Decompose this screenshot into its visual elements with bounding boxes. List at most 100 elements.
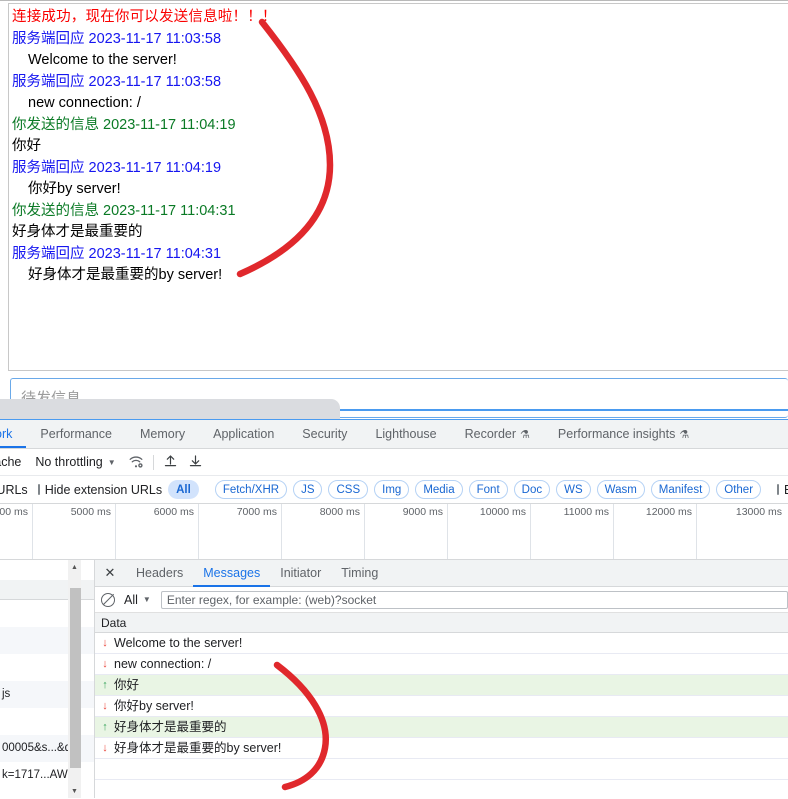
export-har-icon[interactable] xyxy=(188,453,203,471)
hide-extension-urls-label: Hide extension URLs xyxy=(44,482,163,497)
message-row[interactable]: ↓ 你好by server! xyxy=(95,696,788,717)
ruler-tick-label: 12000 ms xyxy=(645,506,692,518)
message-text: new connection: / xyxy=(114,656,212,671)
messages-regex-input[interactable] xyxy=(160,590,788,609)
chevron-down-icon[interactable]: ▼ xyxy=(143,595,151,604)
message-text: 好身体才是最重要的 xyxy=(114,719,227,734)
chat-message-line: 服务端回应 2023-11-17 11:03:58 xyxy=(12,73,222,90)
tab-recorder-label: Recorder xyxy=(464,427,517,441)
chat-message-line: 你好by server! xyxy=(28,181,121,197)
blocked-response-cookies-checkbox[interactable] xyxy=(777,484,780,495)
filter-type-all[interactable]: All xyxy=(168,480,199,499)
clear-filter-icon[interactable] xyxy=(101,592,115,607)
toolbar-divider xyxy=(152,454,154,470)
chat-message-line: 好身体才是最重要的by server! xyxy=(28,267,223,283)
ruler-tick: 000 ms xyxy=(0,504,32,559)
filter-type-img[interactable]: Img xyxy=(374,480,410,499)
message-row[interactable]: ↑ 好身体才是最重要的 xyxy=(95,717,788,738)
message-row[interactable]: ↑ 你好 xyxy=(95,675,788,696)
filter-type-fetch-xhr[interactable]: Fetch/XHR xyxy=(214,480,288,499)
throttling-select[interactable]: No throttling ▼ xyxy=(29,455,121,469)
blocked-response-cookies-label: Blocked respon xyxy=(784,483,788,497)
request-detail-pane: ✕ Headers Messages Initiator Timing All … xyxy=(95,560,788,798)
chevron-down-icon: ▼ xyxy=(107,457,116,467)
tab-headers[interactable]: Headers xyxy=(126,560,193,587)
chat-message-line: 你好 xyxy=(12,138,41,154)
filter-type-ws[interactable]: WS xyxy=(556,480,591,499)
chat-message-line: 你发送的信息 2023-11-17 11:04:31 xyxy=(12,202,236,219)
tab-headers-label: Headers xyxy=(136,566,184,580)
tab-application[interactable]: Application xyxy=(199,420,288,448)
filter-type-other[interactable]: Other xyxy=(716,480,762,499)
ruler-tick-label: 6000 ms xyxy=(153,506,194,518)
filter-type-media[interactable]: Media xyxy=(415,480,463,499)
tab-performance-insights[interactable]: Performance insights ⚗ xyxy=(544,420,703,448)
tab-network[interactable]: work xyxy=(0,420,26,448)
ruler-tick-label: 9000 ms xyxy=(402,506,443,518)
ruler-tick: 10000 ms xyxy=(447,504,530,559)
wifi-settings-icon[interactable] xyxy=(128,454,144,471)
scroll-up-icon[interactable]: ▲ xyxy=(68,560,81,574)
incoming-arrow-icon: ↓ xyxy=(102,699,108,712)
messages-column-header-data[interactable]: Data xyxy=(95,613,788,633)
filter-type-manifest[interactable]: Manifest xyxy=(650,480,711,499)
hide-extension-urls-checkbox[interactable] xyxy=(37,484,40,495)
tab-performance-insights-label: Performance insights xyxy=(557,427,676,441)
tab-application-label: Application xyxy=(213,427,275,441)
tab-network-label: work xyxy=(0,427,13,441)
tab-messages-label: Messages xyxy=(203,566,261,580)
outgoing-arrow-icon: ↑ xyxy=(102,720,108,733)
filter-type-doc[interactable]: Doc xyxy=(513,480,551,499)
filter-type-css[interactable]: CSS xyxy=(328,480,369,499)
import-har-icon[interactable] xyxy=(163,453,178,471)
incoming-arrow-icon: ↓ xyxy=(102,657,108,670)
scroll-down-icon[interactable]: ▼ xyxy=(68,784,81,798)
data-urls-label[interactable]: a URLs xyxy=(0,483,28,497)
chat-message-line: new connection: / xyxy=(28,95,141,111)
tab-initiator[interactable]: Initiator xyxy=(270,560,331,587)
ruler-tick-label: 000 ms xyxy=(0,506,28,518)
ruler-tick-label: 7000 ms xyxy=(236,506,277,518)
tab-messages[interactable]: Messages xyxy=(193,560,270,587)
request-list[interactable]: js 00005&s...&d... k=1717...AW... ▲ ▼ xyxy=(0,560,95,798)
message-text: Welcome to the server! xyxy=(114,635,243,650)
tab-lighthouse[interactable]: Lighthouse xyxy=(361,420,450,448)
filter-type-wasm[interactable]: Wasm xyxy=(596,480,645,499)
devtools-panel: work Performance Memory Application Secu… xyxy=(0,420,788,799)
messages-type-filter-value[interactable]: All xyxy=(124,593,138,607)
message-row[interactable]: ↓ 好身体才是最重要的by server! xyxy=(95,738,788,759)
network-toolbar: cache No throttling ▼ xyxy=(0,449,788,476)
ruler-tick-label: 8000 ms xyxy=(319,506,360,518)
scrollbar-thumb[interactable] xyxy=(70,588,81,768)
tab-memory[interactable]: Memory xyxy=(126,420,199,448)
chat-message-line: 服务端回应 2023-11-17 11:04:19 xyxy=(12,159,222,176)
message-text: 好身体才是最重要的by server! xyxy=(114,740,282,755)
tab-security[interactable]: Security xyxy=(288,420,361,448)
filter-type-js[interactable]: JS xyxy=(293,480,323,499)
devtools-tabbar: work Performance Memory Application Secu… xyxy=(0,420,788,449)
chat-message-line: 服务端回应 2023-11-17 11:04:31 xyxy=(12,245,222,262)
ruler-tick-label: 5000 ms xyxy=(70,506,111,518)
tab-performance-label: Performance xyxy=(40,427,112,441)
chat-message-line: 好身体才是最重要的 xyxy=(12,224,143,240)
message-row[interactable]: ↓ new connection: / xyxy=(95,654,788,675)
messages-filter-bar: All ▼ xyxy=(95,587,788,613)
ruler-tick: 11000 ms xyxy=(530,504,613,559)
tab-recorder[interactable]: Recorder ⚗ xyxy=(451,420,544,448)
screenshot-root: 连接成功，现在你可以发送信息啦！！！ 服务端回应 2023-11-17 11:0… xyxy=(0,0,788,799)
close-icon[interactable]: ✕ xyxy=(99,562,121,584)
tab-security-label: Security xyxy=(302,427,348,441)
message-row-empty xyxy=(95,759,788,780)
tab-timing[interactable]: Timing xyxy=(331,560,388,587)
ruler-tick-label: 11000 ms xyxy=(563,506,609,518)
disable-cache-label[interactable]: cache xyxy=(0,455,29,469)
chat-message-line: Welcome to the server! xyxy=(28,52,177,68)
tab-initiator-label: Initiator xyxy=(280,566,322,580)
tab-timing-label: Timing xyxy=(341,566,379,580)
message-row[interactable]: ↓ Welcome to the server! xyxy=(95,633,788,654)
filter-type-font[interactable]: Font xyxy=(468,480,508,499)
ruler-tick: 6000 ms xyxy=(115,504,198,559)
tab-performance[interactable]: Performance xyxy=(26,420,126,448)
chat-log[interactable]: 连接成功，现在你可以发送信息啦！！！ 服务端回应 2023-11-17 11:0… xyxy=(8,3,788,371)
ruler-tick: 5000 ms xyxy=(32,504,115,559)
